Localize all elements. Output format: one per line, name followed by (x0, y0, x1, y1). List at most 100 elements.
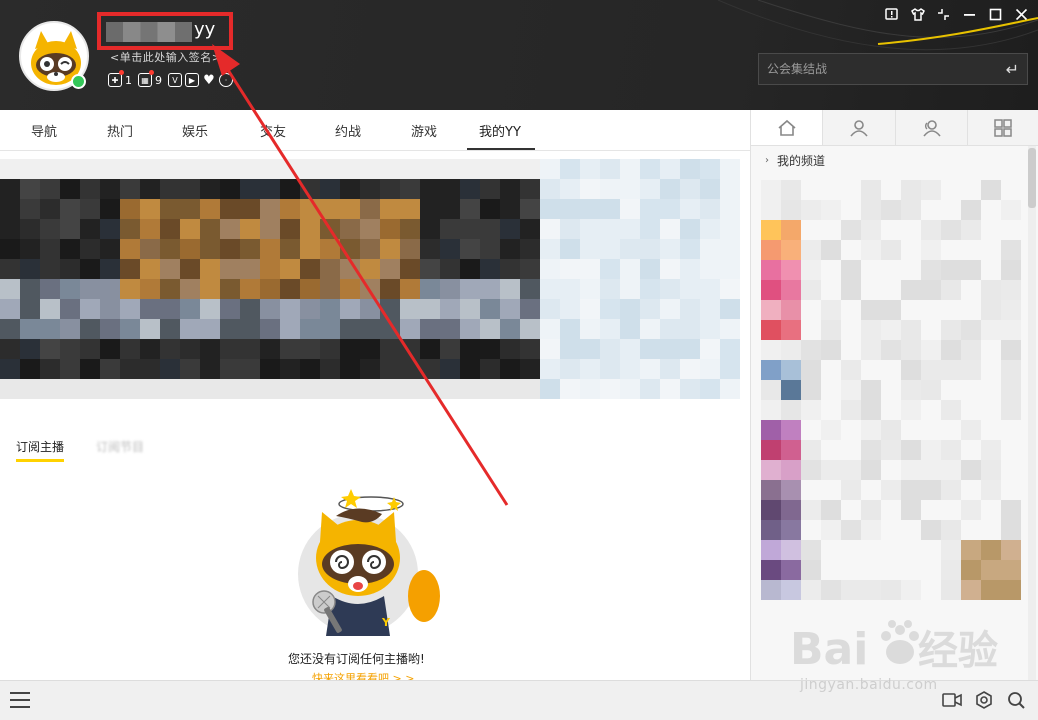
mosaic-cell (580, 219, 600, 239)
signature-input[interactable]: <单击此处输入签名> (110, 49, 221, 65)
mosaic-cell (260, 259, 280, 279)
mosaic-cell (921, 340, 941, 360)
mosaic-cell (400, 379, 420, 399)
mosaic-cell (921, 380, 941, 400)
heart-icon[interactable]: ♥ (202, 73, 216, 88)
play-icon[interactable]: ▶ (185, 73, 199, 87)
mosaic-cell (140, 379, 160, 399)
mosaic-cell (120, 199, 140, 219)
sidebar-tab-groups[interactable] (896, 110, 968, 145)
my-channels-header[interactable]: › 我的频道 (765, 152, 825, 169)
mosaic-cell (240, 279, 260, 299)
mosaic-cell (260, 279, 280, 299)
mosaic-cell (1001, 580, 1021, 600)
mosaic-cell (460, 259, 480, 279)
mosaic-cell (600, 239, 620, 259)
tab-entertainment[interactable]: 娱乐 (182, 121, 208, 140)
sidebar-tab-home[interactable] (751, 110, 824, 145)
mosaic-cell (200, 319, 220, 339)
mosaic-cell (861, 200, 881, 220)
mosaic-cell (180, 199, 200, 219)
user-badges: ✚ 1 ▦ 9 V ▶ ♥ · (108, 70, 233, 88)
sidebar-scroll-thumb[interactable] (1028, 148, 1036, 208)
mosaic-cell (1001, 520, 1021, 540)
mosaic-cell (901, 580, 921, 600)
mosaic-cell (240, 299, 260, 319)
mosaic-cell (981, 500, 1001, 520)
mosaic-cell (540, 219, 560, 239)
mosaic-cell (440, 179, 460, 199)
mosaic-cell (420, 199, 440, 219)
mosaic-cell (961, 180, 981, 200)
vip-icon[interactable]: V (168, 73, 182, 87)
tab-games[interactable]: 游戏 (411, 121, 437, 140)
mosaic-cell (981, 400, 1001, 420)
mosaic-cell (380, 259, 400, 279)
mosaic-cell (280, 199, 300, 219)
mosaic-cell (901, 240, 921, 260)
mosaic-cell (841, 240, 861, 260)
mosaic-cell (260, 359, 280, 379)
mosaic-cell (981, 180, 1001, 200)
mosaic-cell (761, 200, 781, 220)
mosaic-cell (841, 420, 861, 440)
mosaic-cell (400, 339, 420, 359)
sidebar-tabs (751, 110, 1038, 146)
tab-my-yy[interactable]: 我的YY (479, 121, 521, 140)
mosaic-cell (160, 339, 180, 359)
mosaic-cell (40, 319, 60, 339)
tab-subscribed-hosts[interactable]: 订阅主播 (16, 438, 65, 462)
mosaic-cell (160, 179, 180, 199)
mosaic-cell (80, 239, 100, 259)
mosaic-cell (560, 159, 580, 179)
browse-link[interactable]: 快来这里看看吧 > > (312, 670, 414, 680)
mosaic-cell (640, 299, 660, 319)
tab-battle[interactable]: 约战 (335, 121, 361, 140)
tab-hot[interactable]: 热门 (107, 121, 133, 140)
skin-shirt-icon[interactable] (909, 6, 926, 23)
gamepad-icon[interactable]: ✚ (108, 70, 124, 87)
close-icon[interactable] (1013, 6, 1030, 23)
enter-icon[interactable]: ↵ (1006, 60, 1019, 79)
mosaic-cell (981, 420, 1001, 440)
mosaic-cell (0, 379, 20, 399)
mosaic-cell (540, 179, 560, 199)
mosaic-cell (620, 359, 640, 379)
sidebar-tab-friends[interactable] (823, 110, 896, 145)
sidebar-scrollbar[interactable] (1028, 146, 1036, 680)
mosaic-cell (961, 240, 981, 260)
channel-search-input[interactable] (767, 62, 1006, 76)
mosaic-cell (861, 400, 881, 420)
mosaic-cell (941, 240, 961, 260)
mosaic-cell (720, 339, 740, 359)
mosaic-cell (781, 360, 801, 380)
tab-social[interactable]: 交友 (260, 121, 286, 140)
mosaic-cell (961, 300, 981, 320)
mosaic-cell (901, 440, 921, 460)
mini-mode-icon[interactable] (935, 6, 952, 23)
feedback-icon[interactable] (883, 6, 900, 23)
settings-gear-icon[interactable] (974, 690, 994, 710)
mosaic-cell (841, 580, 861, 600)
mosaic-cell (680, 319, 700, 339)
main-menu-icon[interactable] (10, 692, 30, 708)
mosaic-cell (861, 420, 881, 440)
mosaic-cell (781, 220, 801, 240)
mosaic-cell (821, 540, 841, 560)
minimize-icon[interactable] (961, 6, 978, 23)
tab-subscribed-shows[interactable]: 订阅节目 (96, 438, 144, 462)
maximize-icon[interactable] (987, 6, 1004, 23)
dizzy-raccoon-mascot-icon: Y (298, 489, 440, 636)
gift-icon[interactable]: ▦ (138, 70, 154, 87)
more-badge-icon[interactable]: · (219, 73, 233, 87)
mosaic-cell (320, 299, 340, 319)
video-icon[interactable] (942, 690, 962, 710)
mosaic-cell (801, 440, 821, 460)
search-icon[interactable] (1006, 690, 1026, 710)
sidebar-tab-apps[interactable] (968, 110, 1038, 145)
mosaic-cell (240, 339, 260, 359)
tab-nav[interactable]: 导航 (31, 121, 57, 140)
mosaic-cell (680, 239, 700, 259)
mosaic-cell (881, 580, 901, 600)
mosaic-cell (320, 319, 340, 339)
